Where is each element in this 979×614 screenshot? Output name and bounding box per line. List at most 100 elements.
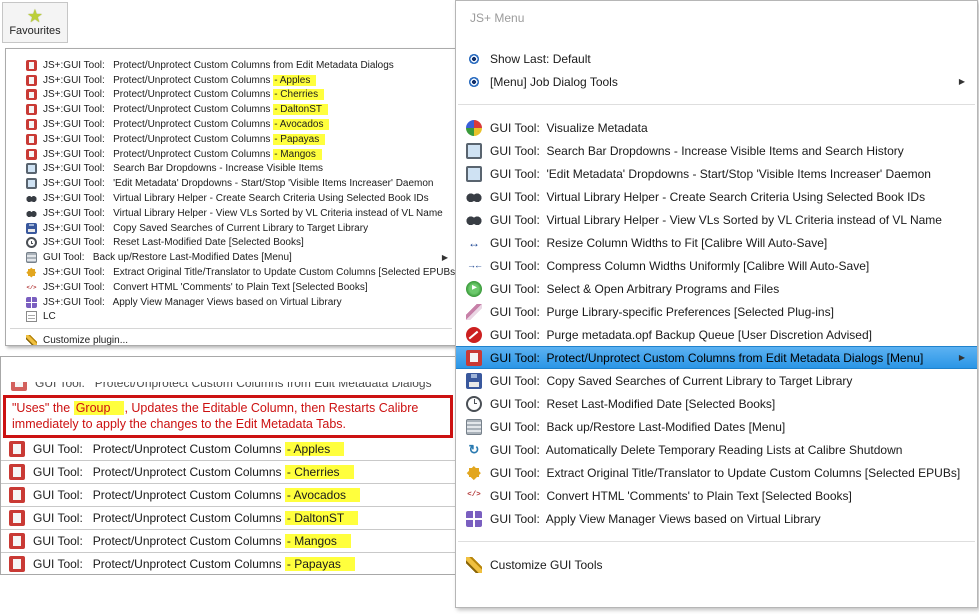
menu-item[interactable]: GUI Tool: Resize Column Widths to Fit [C…: [456, 231, 977, 254]
menu-item[interactable]: JS+:GUI Tool: Virtual Library Helper - C…: [6, 191, 456, 206]
protect-icon: [26, 104, 37, 116]
menu-item[interactable]: GUI Tool: Protect/Unprotect Custom Colum…: [1, 507, 455, 530]
menu-item[interactable]: JS+:GUI Tool: Protect/Unprotect Custom C…: [6, 58, 456, 73]
menu-item[interactable]: Show Last: Default: [456, 47, 977, 70]
clock-icon: [26, 237, 37, 249]
menu-item[interactable]: JS+:GUI Tool: Copy Saved Searches of Cur…: [6, 221, 456, 236]
menu-item[interactable]: JS+:GUI Tool: Protect/Unprotect Custom C…: [6, 132, 456, 147]
menu-item-label: JS+:GUI Tool: Convert HTML 'Comments' to…: [43, 281, 368, 293]
annotation-note: "Uses" the Group, Updates the Editable C…: [3, 395, 453, 438]
protect-icon: [9, 441, 25, 457]
menu-item[interactable]: GUI Tool: Search Bar Dropdowns - Increas…: [456, 139, 977, 162]
menu-item[interactable]: GUI Tool: Protect/Unprotect Custom Colum…: [1, 484, 455, 507]
menu-item[interactable]: GUI Tool: Purge Library-specific Prefere…: [456, 300, 977, 323]
menu-item[interactable]: JS+:GUI Tool: Convert HTML 'Comments' to…: [6, 280, 456, 295]
menu-item[interactable]: GUI Tool: Visualize Metadata: [456, 116, 977, 139]
menu-item[interactable]: GUI Tool: 'Edit Metadata' Dropdowns - St…: [456, 162, 977, 185]
protect-icon: [26, 133, 37, 145]
menu-item[interactable]: JS+:GUI Tool: Protect/Unprotect Custom C…: [6, 117, 456, 132]
binoculars-icon: [26, 207, 37, 219]
note-text: "Uses" the: [12, 401, 74, 415]
menu-item[interactable]: GUI Tool: Copy Saved Searches of Current…: [456, 369, 977, 392]
clipped-menu-item: GUI Tool: Protect/Unprotect Custom Colum…: [1, 382, 455, 394]
menu-item[interactable]: GUI Tool: Select & Open Arbitrary Progra…: [456, 277, 977, 300]
menu-item-label: GUI Tool: Visualize Metadata: [490, 120, 648, 135]
menu-item[interactable]: JS+:GUI Tool: Virtual Library Helper - V…: [6, 206, 456, 221]
favourites-button[interactable]: ★ Favourites: [2, 2, 68, 43]
menu-item[interactable]: Customize plugin...: [6, 333, 456, 346]
protect-icon: [466, 349, 482, 366]
menu-item[interactable]: GUI Tool: Back up/Restore Last-Modified …: [456, 415, 977, 438]
compress-icon: [466, 258, 482, 274]
menu-item-label: GUI Tool: Protect/Unprotect Custom Colum…: [33, 465, 354, 479]
star-icon: ★: [26, 6, 44, 26]
menu-item[interactable]: GUI Tool: Compress Column Widths Uniform…: [456, 254, 977, 277]
menu-item-label: GUI Tool: 'Edit Metadata' Dropdowns - St…: [490, 166, 931, 181]
menu-item-label: GUI Tool: Protect/Unprotect Custom Colum…: [33, 442, 345, 456]
menu-item[interactable]: LC: [6, 310, 456, 325]
menu-item-label: JS+:GUI Tool: Copy Saved Searches of Cur…: [43, 222, 369, 234]
menu-item[interactable]: GUI Tool: Protect/Unprotect Custom Colum…: [1, 553, 455, 574]
menu-item[interactable]: JS+:GUI Tool: Reset Last-Modified Date […: [6, 236, 456, 251]
menu-item-label: GUI Tool: Back up/Restore Last-Modified …: [490, 419, 786, 434]
menu-item[interactable]: JS+:GUI Tool: Extract Original Title/Tra…: [6, 265, 456, 280]
menu-item-label: LC: [43, 311, 56, 323]
protect-icon: [26, 59, 37, 71]
menu-item-label: GUI Tool: Select & Open Arbitrary Progra…: [490, 281, 780, 296]
menu-item[interactable]: JS+:GUI Tool: Apply View Manager Views b…: [6, 295, 456, 310]
eye-icon: [466, 73, 482, 90]
disks-icon: [466, 418, 482, 435]
protect-icon: [9, 510, 25, 526]
bottom-menu-list: GUI Tool: Protect/Unprotect Custom Colum…: [1, 438, 455, 574]
menu-item[interactable]: [Menu] Job Dialog Tools ▶: [456, 70, 977, 93]
menu-item[interactable]: GUI Tool: Reset Last-Modified Date [Sele…: [456, 392, 977, 415]
binoculars-icon: [466, 211, 482, 228]
menu-item[interactable]: Customize GUI Tools: [456, 553, 977, 576]
menu-item-label: JS+:GUI Tool: Reset Last-Modified Date […: [43, 237, 304, 249]
menu-item[interactable]: GUI Tool: Purge metadata.opf Backup Queu…: [456, 323, 977, 346]
menu-item[interactable]: GUI Tool: Protect/Unprotect Custom Colum…: [1, 382, 455, 394]
menu-item-label: Show Last: Default: [490, 51, 591, 66]
menu-item-label: GUI Tool: Search Bar Dropdowns - Increas…: [490, 143, 904, 158]
menu-item[interactable]: JS+:GUI Tool: 'Edit Metadata' Dropdowns …: [6, 176, 456, 191]
menu-item-label: GUI Tool: Automatically Delete Temporary…: [490, 442, 903, 457]
menu-item[interactable]: JS+:GUI Tool: Search Bar Dropdowns - Inc…: [6, 162, 456, 177]
menu-item-label: GUI Tool: Convert HTML 'Comments' to Pla…: [490, 488, 852, 503]
highlighted-text: - Mangos: [284, 534, 351, 548]
menu-item[interactable]: JS+:GUI Tool: Protect/Unprotect Custom C…: [6, 147, 456, 162]
menu-item[interactable]: GUI Tool: Back up/Restore Last-Modified …: [6, 250, 456, 265]
menu-item[interactable]: GUI Tool: Protect/Unprotect Custom Colum…: [1, 530, 455, 553]
menu-item[interactable]: GUI Tool: Extract Original Title/Transla…: [456, 461, 977, 484]
menu-title: JS+ Menu: [470, 11, 525, 25]
menu-item-label: Customize plugin...: [43, 335, 129, 346]
menu-item[interactable]: GUI Tool: Protect/Unprotect Custom Colum…: [1, 438, 455, 461]
menu-item[interactable]: GUI Tool: Protect/Unprotect Custom Colum…: [456, 346, 977, 369]
menu-item[interactable]: JS+:GUI Tool: Protect/Unprotect Custom C…: [6, 102, 456, 117]
protect-icon: [26, 148, 37, 160]
clock-icon: [466, 395, 482, 412]
protect-icon: [9, 533, 25, 549]
menu-item[interactable]: JS+:GUI Tool: Protect/Unprotect Custom C…: [6, 88, 456, 103]
menu-item[interactable]: JS+:GUI Tool: Protect/Unprotect Custom C…: [6, 73, 456, 88]
menu-item-label: GUI Tool: Extract Original Title/Transla…: [490, 465, 961, 480]
menu-item-label: GUI Tool: Protect/Unprotect Custom Colum…: [33, 534, 351, 548]
highlighted-text: - Cherries: [284, 465, 354, 479]
menu-separator: [458, 104, 975, 105]
menu-item-label: GUI Tool: Protect/Unprotect Custom Colum…: [33, 511, 359, 525]
menu-item[interactable]: GUI Tool: Apply View Manager Views based…: [456, 507, 977, 530]
menu-item[interactable]: GUI Tool: Protect/Unprotect Custom Colum…: [1, 461, 455, 484]
highlighted-text: - Apples: [273, 74, 317, 86]
menu-item[interactable]: GUI Tool: Virtual Library Helper - View …: [456, 208, 977, 231]
menu-item[interactable]: GUI Tool: Virtual Library Helper - Creat…: [456, 185, 977, 208]
grid-icon: [466, 510, 482, 527]
menu-separator: [10, 328, 452, 330]
highlighted-text: - Avocados: [273, 119, 330, 131]
menu-item-label: GUI Tool: Apply View Manager Views based…: [490, 511, 821, 526]
submenu-arrow-icon: ▶: [441, 253, 448, 263]
menu-item[interactable]: GUI Tool: Automatically Delete Temporary…: [456, 438, 977, 461]
menu-item[interactable]: GUI Tool: Convert HTML 'Comments' to Pla…: [456, 484, 977, 507]
grid-icon: [26, 296, 37, 308]
knife-icon: [466, 303, 482, 320]
menu-item-label: GUI Tool: Protect/Unprotect Custom Colum…: [490, 350, 924, 365]
menu-item-label: GUI Tool: Virtual Library Helper - Creat…: [490, 189, 926, 204]
